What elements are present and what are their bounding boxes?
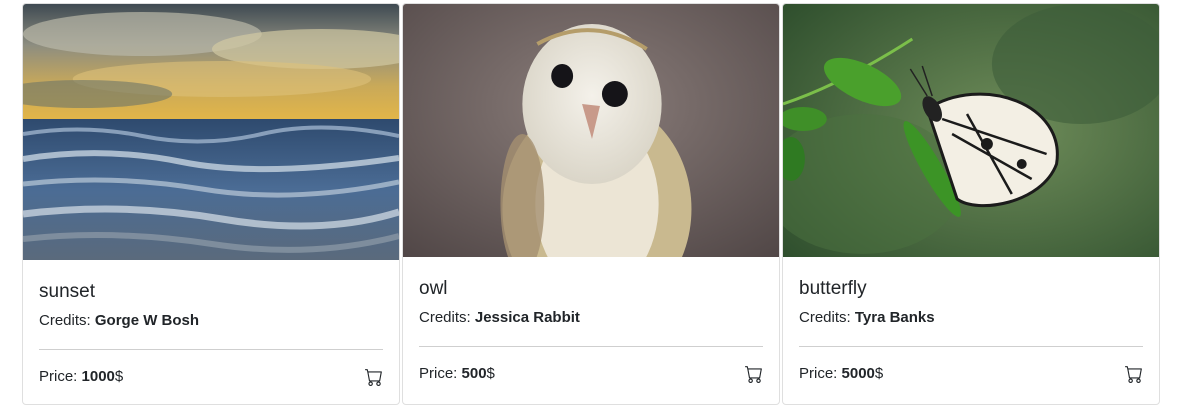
price: Price: 1000$ xyxy=(39,368,123,386)
card-footer: Price: 500$ xyxy=(419,347,763,383)
image-card: butterfly Credits: Tyra Banks Price: 500… xyxy=(782,3,1160,405)
cart-icon[interactable] xyxy=(745,365,763,383)
credits-name: Jessica Rabbit xyxy=(474,309,580,326)
card-body: butterfly Credits: Tyra Banks Price: 500… xyxy=(783,257,1159,383)
card-image-butterfly[interactable] xyxy=(783,4,1159,257)
image-card: owl Credits: Jessica Rabbit Price: 500$ xyxy=(402,3,780,405)
card-title: butterfly xyxy=(799,278,867,299)
price-currency: $ xyxy=(874,365,884,382)
price-value: 500 xyxy=(461,365,487,382)
card-title: sunset xyxy=(39,281,95,302)
card-body: sunset Credits: Gorge W Bosh Price: 1000… xyxy=(23,260,399,386)
cart-icon[interactable] xyxy=(1125,365,1143,383)
card-credits: Credits: Jessica Rabbit xyxy=(419,309,763,327)
card-footer: Price: 1000$ xyxy=(39,350,383,386)
card-footer: Price: 5000$ xyxy=(799,347,1143,383)
image-gallery: sunset Credits: Gorge W Bosh Price: 1000… xyxy=(0,0,1180,416)
credits-name: Tyra Banks xyxy=(854,309,935,326)
price-value: 1000 xyxy=(81,368,115,385)
credits-label: Credits: xyxy=(39,312,91,329)
card-body: owl Credits: Jessica Rabbit Price: 500$ xyxy=(403,257,779,383)
price-currency: $ xyxy=(486,365,495,382)
cart-icon[interactable] xyxy=(365,368,383,386)
card-image-sunset[interactable] xyxy=(23,4,399,260)
price-label: Price: xyxy=(419,365,458,382)
price-label: Price: xyxy=(39,368,78,385)
card-credits: Credits: Tyra Banks xyxy=(799,309,1143,327)
price: Price: 500$ xyxy=(419,365,495,383)
credits-label: Credits: xyxy=(419,309,471,326)
card-image-owl[interactable] xyxy=(403,4,779,257)
credits-label: Credits: xyxy=(799,309,851,326)
card-title: owl xyxy=(419,278,448,299)
price-label: Price: xyxy=(799,365,838,382)
price-value: 5000 xyxy=(841,365,875,382)
price: Price: 5000$ xyxy=(799,365,883,383)
price-currency: $ xyxy=(114,368,124,385)
credits-name: Gorge W Bosh xyxy=(94,312,200,329)
card-credits: Credits: Gorge W Bosh xyxy=(39,312,383,330)
image-card: sunset Credits: Gorge W Bosh Price: 1000… xyxy=(22,3,400,405)
